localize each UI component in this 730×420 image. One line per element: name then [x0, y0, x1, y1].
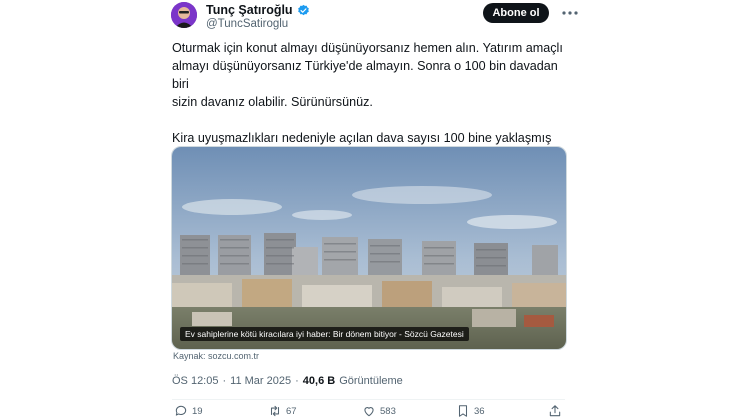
- author-row: Tunç Şatıroğlu: [206, 3, 310, 17]
- bookmark-count: 36: [474, 405, 485, 417]
- retweet-button[interactable]: 67: [268, 404, 297, 418]
- bookmark-button[interactable]: 36: [456, 404, 485, 418]
- views-count: 40,6 B: [302, 375, 336, 387]
- tweet-card: Tunç Şatıroğlu @TuncSatiroglu Abone ol O…: [0, 0, 730, 420]
- reply-count: 19: [192, 405, 203, 417]
- meta-separator: ·: [222, 375, 227, 387]
- heart-icon: [364, 407, 374, 417]
- meta-separator: ·: [295, 375, 299, 387]
- reply-icon: [175, 405, 187, 416]
- link-source[interactable]: Kaynak: sozcu.com.tr: [173, 351, 259, 361]
- bookmark-icon: [458, 405, 468, 417]
- more-options-icon[interactable]: [560, 4, 580, 22]
- follow-button[interactable]: Abone ol: [483, 3, 549, 23]
- retweet-icon: [270, 405, 280, 417]
- avatar[interactable]: [171, 2, 197, 28]
- author-handle[interactable]: @TuncSatiroglu: [206, 18, 288, 30]
- like-button[interactable]: 583: [362, 404, 396, 418]
- share-button[interactable]: [548, 404, 562, 418]
- share-icon: [549, 405, 561, 417]
- retweet-count: 67: [286, 405, 297, 417]
- divider: [172, 399, 565, 400]
- tweet-meta: ÖS 12:05 · 11 Mar 2025 · 40,6 B Görüntül…: [172, 375, 403, 387]
- author-name[interactable]: Tunç Şatıroğlu: [206, 3, 293, 17]
- tweet-time[interactable]: ÖS 12:05: [172, 375, 218, 387]
- link-card-image[interactable]: Ev sahiplerine kötü kiracılara iyi haber…: [171, 146, 567, 350]
- like-count: 583: [380, 405, 396, 417]
- views-label: Görüntüleme: [339, 375, 403, 387]
- reply-button[interactable]: 19: [174, 404, 203, 418]
- media-caption: Ev sahiplerine kötü kiracılara iyi haber…: [180, 327, 469, 341]
- verified-badge-icon: [297, 4, 310, 17]
- city-skyline-image: [172, 147, 566, 349]
- tweet-paragraph: Oturmak için konut almayı düşünüyorsanız…: [172, 41, 563, 109]
- action-bar: 19 67 583 36: [172, 404, 565, 420]
- tweet-date[interactable]: 11 Mar 2025: [230, 375, 291, 387]
